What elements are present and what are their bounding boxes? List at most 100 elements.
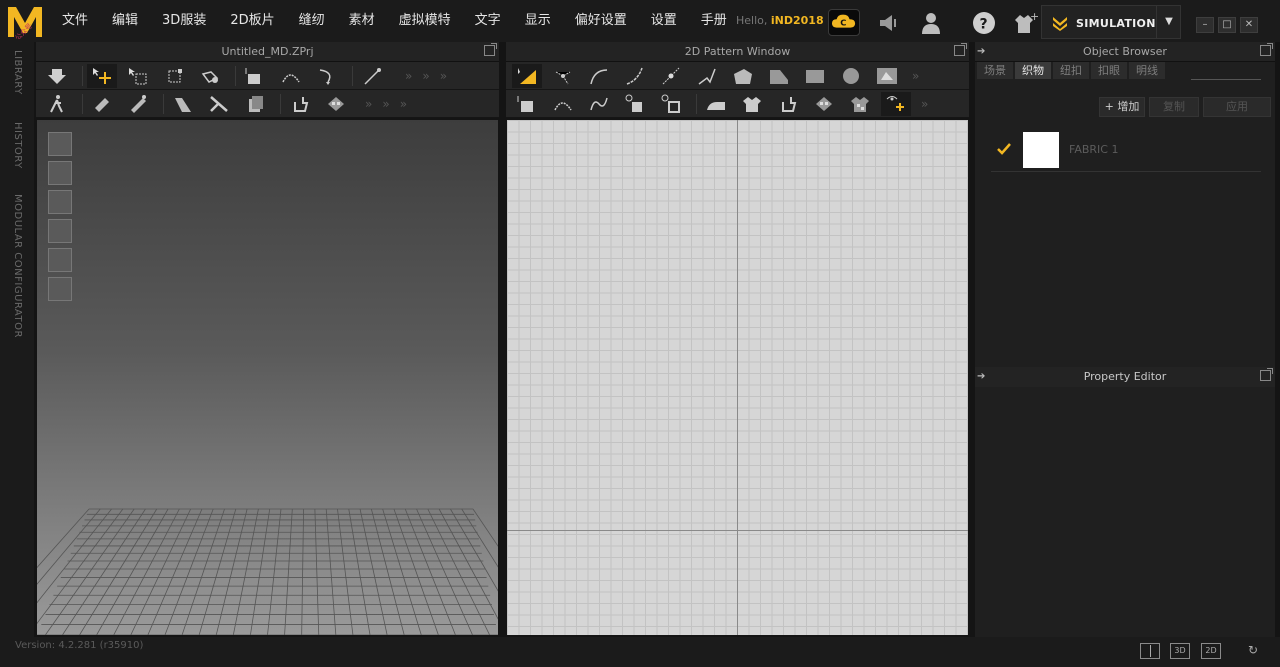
tab-scene[interactable]: 场景 [977, 62, 1013, 79]
circle-tool[interactable] [836, 64, 866, 88]
collapse-arrow-icon[interactable]: ➔ [977, 367, 985, 387]
toolbar-expand-icon[interactable]: » [422, 69, 429, 83]
garment-tool[interactable] [737, 92, 767, 116]
menu-preferences[interactable]: 偏好设置 [563, 0, 639, 42]
avatar-body-icon[interactable] [48, 190, 72, 214]
internal-polygon-tool[interactable] [728, 64, 758, 88]
announcement-icon[interactable] [875, 10, 901, 36]
dropdown-arrow-icon[interactable]: ▼ [1156, 6, 1181, 38]
avatar-walk-tool[interactable] [42, 92, 72, 116]
tack-tool[interactable] [168, 92, 198, 116]
layer-tool[interactable] [240, 92, 270, 116]
shrink-tool[interactable] [123, 92, 153, 116]
toolbar-expand-icon[interactable]: » [440, 69, 447, 83]
rectangle-tool[interactable] [800, 64, 830, 88]
copy-fabric-button[interactable]: 复制 [1149, 97, 1199, 117]
toolbar-expand-icon[interactable]: » [921, 97, 928, 111]
tab-modular-configurator[interactable]: MODULAR CONFIGURATOR [12, 194, 23, 338]
close-button[interactable]: ✕ [1240, 17, 1258, 33]
view-toggle-tool[interactable] [881, 91, 911, 116]
measure-tool[interactable] [357, 64, 387, 88]
view-3d-button[interactable]: 3D [1170, 643, 1190, 659]
menu-manual[interactable]: 手册 [689, 0, 739, 42]
menu-settings[interactable]: 设置 [639, 0, 689, 42]
cloud-button[interactable]: C [828, 9, 860, 36]
tab-history[interactable]: HISTORY [12, 122, 23, 169]
menu-materials[interactable]: 素材 [337, 0, 387, 42]
toolbar-expand-icon[interactable]: » [912, 69, 919, 83]
toolbar-expand-icon[interactable]: » [382, 97, 389, 111]
transform-tool[interactable] [159, 64, 189, 88]
add-point-tool[interactable] [656, 64, 686, 88]
select-move-tool[interactable] [87, 63, 117, 88]
split-view-icon[interactable] [1140, 643, 1160, 659]
2d-texture-tool[interactable] [809, 92, 839, 116]
menu-file[interactable]: 文件 [50, 0, 100, 42]
menu-2d-pattern[interactable]: 2D板片 [218, 0, 286, 42]
toolbar-expand-icon[interactable]: » [405, 69, 412, 83]
menu-3d-garment[interactable]: 3D服装 [150, 0, 218, 42]
fold-tool[interactable] [195, 64, 225, 88]
view3d-viewport[interactable] [37, 120, 498, 635]
popout-icon[interactable] [1260, 368, 1273, 381]
internal-shape-tool[interactable] [872, 64, 902, 88]
fabric-list-item[interactable]: FABRIC 1 [991, 130, 1261, 172]
toolbar-expand-icon[interactable]: » [365, 97, 372, 111]
popout-icon[interactable] [954, 43, 967, 56]
seam-tool[interactable] [276, 64, 306, 88]
avatar-garment-front-icon[interactable] [48, 132, 72, 156]
curve-point-tool[interactable] [584, 64, 614, 88]
app-logo-icon[interactable]: 公众号 [6, 3, 44, 39]
minimize-button[interactable]: – [1196, 17, 1214, 33]
maximize-button[interactable]: □ [1218, 17, 1236, 33]
avatar-head-icon[interactable] [48, 277, 72, 301]
view-2d-button[interactable]: 2D [1201, 643, 1221, 659]
popout-icon[interactable] [484, 43, 497, 56]
menu-text[interactable]: 文字 [463, 0, 513, 42]
2d-free-sew-tool[interactable] [584, 92, 614, 116]
menu-avatar[interactable]: 虚拟模特 [387, 0, 463, 42]
edit-curvature-tool[interactable] [620, 64, 650, 88]
tab-buttonhole[interactable]: 扣眼 [1091, 62, 1127, 79]
popout-icon[interactable] [1260, 43, 1273, 56]
select-mesh-tool[interactable] [123, 64, 153, 88]
avatar-garment-back-icon[interactable] [48, 161, 72, 185]
menu-sewing[interactable]: 缝纫 [287, 0, 337, 42]
2d-tack-tool[interactable] [620, 92, 650, 116]
2d-button-tool[interactable] [656, 92, 686, 116]
apply-fabric-button[interactable]: 应用 [1203, 97, 1271, 117]
collapse-arrow-icon[interactable]: ➔ [977, 42, 985, 62]
polygon-tool[interactable] [692, 64, 722, 88]
menu-display[interactable]: 显示 [513, 0, 563, 42]
2d-fabric-shirt-tool[interactable] [845, 92, 875, 116]
2d-segment-sew-tool[interactable] [548, 92, 578, 116]
toolbar-expand-icon[interactable]: » [400, 97, 407, 111]
menu-edit[interactable]: 编辑 [100, 0, 150, 42]
simulation-mode-selector[interactable]: SIMULATION ▼ [1041, 5, 1181, 39]
help-icon[interactable]: ? [971, 10, 997, 36]
simulate-tool[interactable] [42, 64, 72, 88]
iron-tool[interactable] [701, 92, 731, 116]
avatar-measure-tool[interactable] [285, 92, 315, 116]
username[interactable]: iND2018 [771, 14, 824, 27]
tab-button[interactable]: 纽扣 [1053, 62, 1089, 79]
steam-tool[interactable] [87, 92, 117, 116]
tab-library[interactable]: LIBRARY [12, 50, 23, 95]
user-icon[interactable] [918, 10, 944, 36]
2d-pin-tool[interactable] [512, 92, 542, 116]
garment-plus-icon[interactable]: + [1012, 10, 1038, 36]
tape-tool[interactable] [204, 92, 234, 116]
add-fabric-button[interactable]: + 增加 [1099, 97, 1145, 117]
adjust-pattern-tool[interactable] [512, 63, 542, 88]
fabric-layer-icon[interactable] [48, 219, 72, 243]
view2d-canvas[interactable] [507, 120, 968, 635]
segment-sewing-tool[interactable] [312, 64, 342, 88]
tab-fabric[interactable]: 织物 [1015, 62, 1051, 79]
tab-topstitch[interactable]: 明线 [1129, 62, 1165, 79]
texture-tool[interactable] [321, 92, 351, 116]
pentagon-tool[interactable] [764, 64, 794, 88]
pin-tool[interactable] [240, 64, 270, 88]
refresh-icon[interactable]: ↻ [1243, 643, 1263, 659]
edit-pattern-tool[interactable] [548, 64, 578, 88]
2d-avatar-measure-tool[interactable] [773, 92, 803, 116]
